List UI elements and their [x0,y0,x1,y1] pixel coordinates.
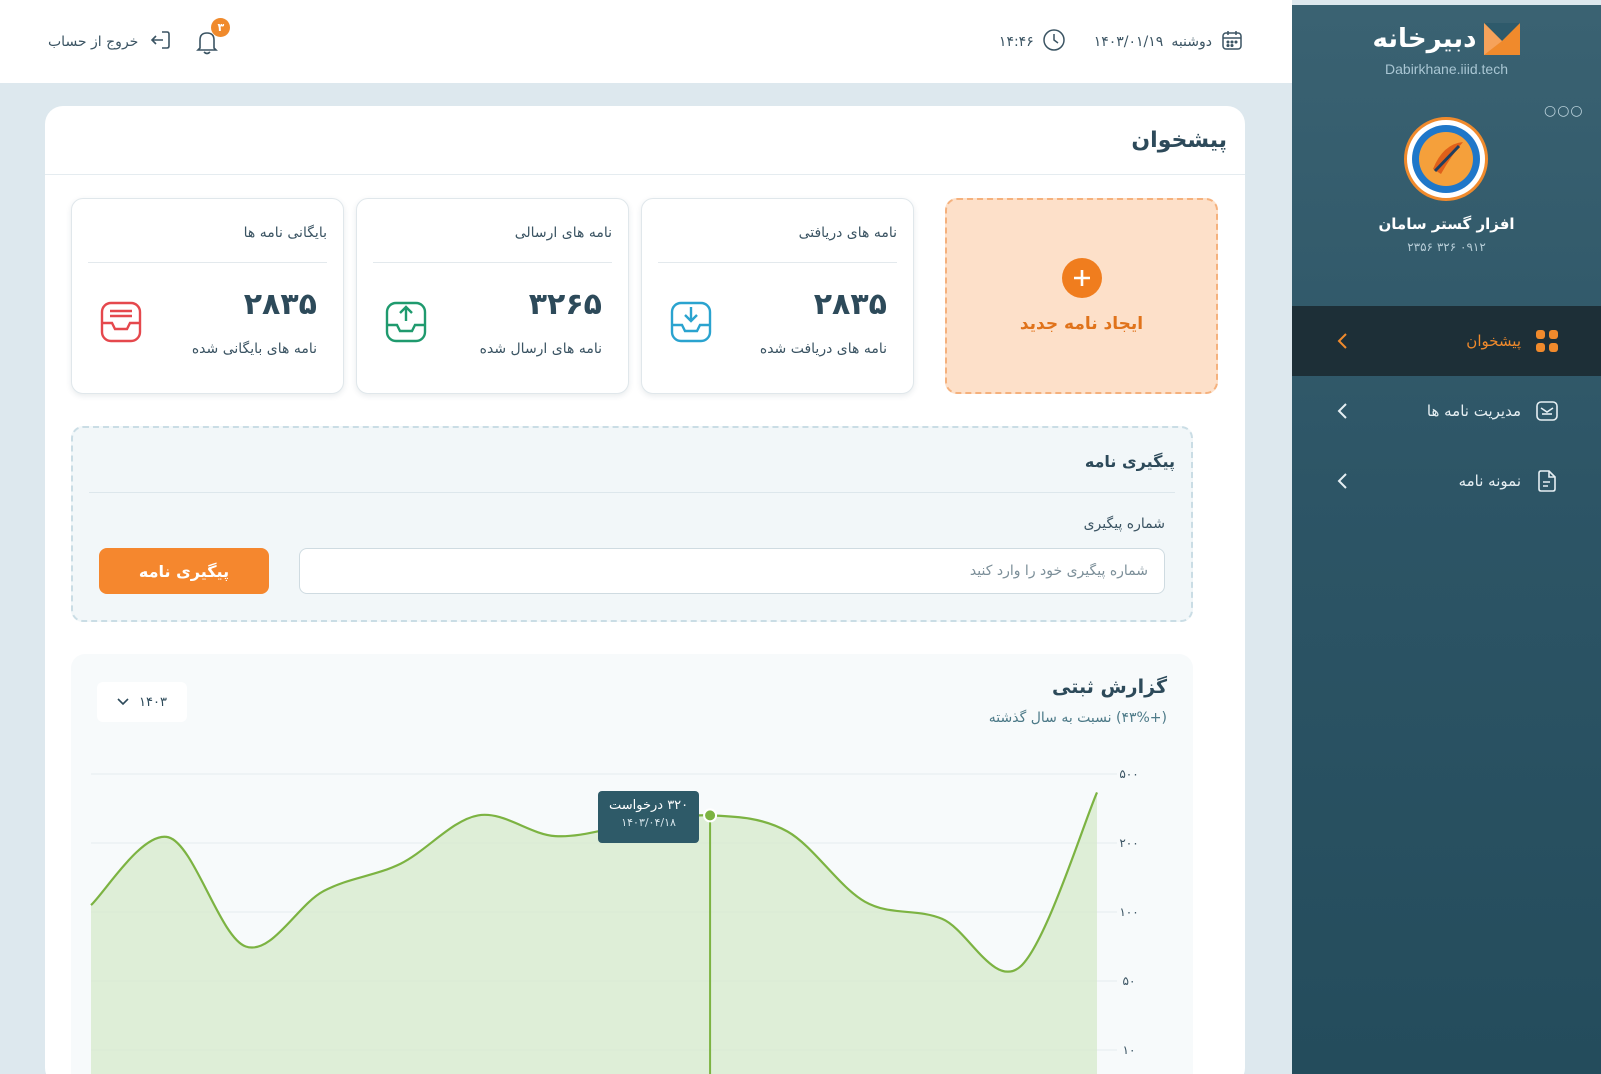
profile-name: افزار گستر سامان [1378,215,1515,233]
y-tick-label: ۵۰ [1123,974,1136,988]
chart-subtitle: (+۴۳%) نسبت به سال گذشته [988,710,1167,726]
avatar[interactable] [1404,117,1488,201]
brand-url: Dabirkhane.iiid.tech [1385,61,1508,77]
letter-tracking-section: پیگیری نامه شماره پیگیری پیگیری نامه [71,426,1193,622]
current-date: ۱۴۰۳/۰۱/۱۹ [1093,33,1164,50]
tracking-number-label: شماره پیگیری [1083,516,1165,532]
brand: دبیرخانه Dabirkhane.iiid.tech [1292,23,1601,77]
envelope-logo-icon [1484,23,1521,55]
stat-title: نامه های دریافتی [798,225,897,241]
stat-card-archived[interactable]: بایگانی نامه ها ۲۸۳۵ نامه های بایگانی شد… [71,198,344,394]
chevron-left-icon [1336,472,1350,490]
sidebar: دبیرخانه Dabirkhane.iiid.tech ○○○ افزار … [1292,5,1601,1074]
clock-icon [1042,28,1066,56]
new-letter-button[interactable]: ایجاد نامه جدید [945,198,1218,394]
more-dots-icon[interactable]: ○○○ [1544,103,1584,119]
archive-icon [98,299,144,345]
logout-icon [148,28,172,56]
chart-title: گزارش ثبتی [1051,676,1167,698]
top-bar: خروج از حساب ۳ دوشنبه ۱۴۰۳/۰۱/۱۹ ۱۴:۴۶ [0,0,1292,83]
tooltip-value: ۳۲۰ درخواست [608,798,689,814]
sidebar-item-dashboard[interactable]: پیشخوان [1292,306,1601,376]
calendar-icon [1220,28,1244,56]
new-letter-label: ایجاد نامه جدید [1019,314,1144,334]
notification-badge: ۳ [211,17,231,37]
stat-card-sent[interactable]: نامه های ارسالی ۳۲۶۵ نامه های ارسال شده [356,198,629,394]
grid-icon [1533,327,1561,355]
track-letter-button[interactable]: پیگیری نامه [99,548,269,594]
plus-icon [1061,258,1102,298]
sidebar-item-letter-templates[interactable]: نمونه نامه [1292,446,1601,516]
sidebar-nav: پیشخوان مدیریت نامه ها نمونه نامه [1292,306,1601,516]
stat-value: ۳۲۶۵ [528,287,602,322]
inbox-download-icon [668,299,714,345]
stat-card-received[interactable]: نامه های دریافتی ۲۸۳۵ نامه های دریافت شد… [641,198,914,394]
stat-title: بایگانی نامه ها [243,225,327,241]
logout-label: خروج از حساب [48,33,139,50]
tracking-number-input[interactable] [299,548,1165,594]
chevron-left-icon [1336,332,1350,350]
sidebar-item-label: پیشخوان [1466,332,1521,350]
logout-button[interactable]: خروج از حساب [48,28,172,56]
brand-name: دبیرخانه [1372,24,1477,54]
stat-subtitle: نامه های دریافت شده [759,341,887,357]
dashboard-card: پیشخوان بایگانی نامه ها ۲۸۳۵ نامه های با… [45,106,1245,1074]
tooltip-point [703,808,718,823]
document-icon [1533,467,1561,495]
chevron-down-icon [117,695,129,710]
current-time: ۱۴:۴۶ [998,33,1034,50]
y-tick-label: ۱۰۰ [1119,905,1138,919]
report-chart-section: ۵۰۰ ۲۰۰ ۱۰۰ ۵۰ ۱۰ گزارش ثبتی (+۴۳%) نسبت به … [71,654,1193,1074]
notification-button[interactable]: ۳ [194,17,231,56]
stat-value: ۲۸۳۵ [813,287,887,322]
current-day: دوشنبه [1171,33,1212,50]
stat-value: ۲۸۳۵ [243,287,317,322]
series-area [91,792,1097,1074]
y-tick-label: ۱۰ [1123,1043,1136,1057]
selected-year: ۱۴۰۳ [139,694,167,710]
profile-phone: ۰۹۱۲ ۳۲۶ ۲۳۵۶ [1407,240,1486,254]
section-title: پیگیری نامه [1084,452,1175,471]
stat-subtitle: نامه های بایگانی شده [191,341,317,357]
divider [45,174,1245,175]
tooltip-date: ۱۴۰۳/۰۴/۱۸ [621,816,676,830]
sidebar-item-letter-management[interactable]: مدیریت نامه ها [1292,376,1601,446]
sidebar-item-label: نمونه نامه [1458,472,1521,490]
chart-tooltip: ۳۲۰ درخواست ۱۴۰۳/۰۴/۱۸ [598,791,700,844]
letter-manage-icon [1533,397,1561,425]
sidebar-item-label: مدیریت نامه ها [1426,402,1521,420]
page-title: پیشخوان [1131,128,1227,153]
inbox-upload-icon [383,299,429,345]
y-tick-label: ۲۰۰ [1119,836,1138,850]
y-tick-label: ۵۰۰ [1119,767,1138,781]
chevron-left-icon [1336,402,1350,420]
stat-title: نامه های ارسالی [514,225,612,241]
year-select[interactable]: ۱۴۰۳ [97,682,187,722]
stat-subtitle: نامه های ارسال شده [479,341,602,357]
